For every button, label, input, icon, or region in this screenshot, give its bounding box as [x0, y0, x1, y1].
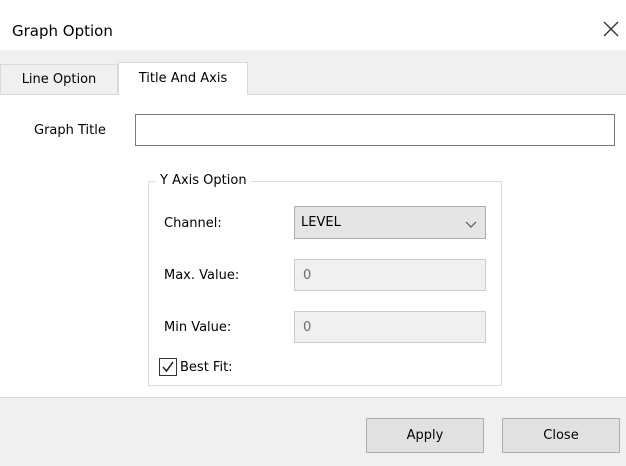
- channel-select[interactable]: LEVEL: [294, 206, 486, 239]
- min-value-label: Min Value:: [164, 320, 232, 335]
- window-title: Graph Option: [12, 22, 113, 40]
- tab-title-and-axis[interactable]: Title And Axis: [118, 62, 248, 95]
- y-axis-option-legend: Y Axis Option: [156, 173, 251, 189]
- tab-line-option[interactable]: Line Option: [0, 64, 118, 93]
- checkmark-icon: [162, 361, 174, 373]
- best-fit-checkbox[interactable]: [159, 358, 177, 376]
- min-value-input[interactable]: [294, 311, 486, 343]
- apply-button[interactable]: Apply: [366, 418, 484, 453]
- graph-option-dialog: Graph Option Line Option Title And Axis …: [0, 0, 626, 466]
- max-value-input[interactable]: [294, 259, 486, 291]
- graph-title-input[interactable]: [135, 114, 615, 146]
- channel-label: Channel:: [164, 216, 222, 231]
- tab-strip: Line Option Title And Axis: [0, 62, 626, 95]
- close-icon[interactable]: [602, 20, 620, 38]
- chevron-down-icon: [465, 218, 477, 228]
- best-fit-label: Best Fit:: [180, 360, 233, 375]
- close-button[interactable]: Close: [502, 418, 620, 453]
- channel-select-value: LEVEL: [301, 215, 341, 230]
- graph-title-label: Graph Title: [34, 123, 106, 138]
- title-bar: Graph Option: [0, 0, 626, 50]
- max-value-label: Max. Value:: [164, 268, 240, 283]
